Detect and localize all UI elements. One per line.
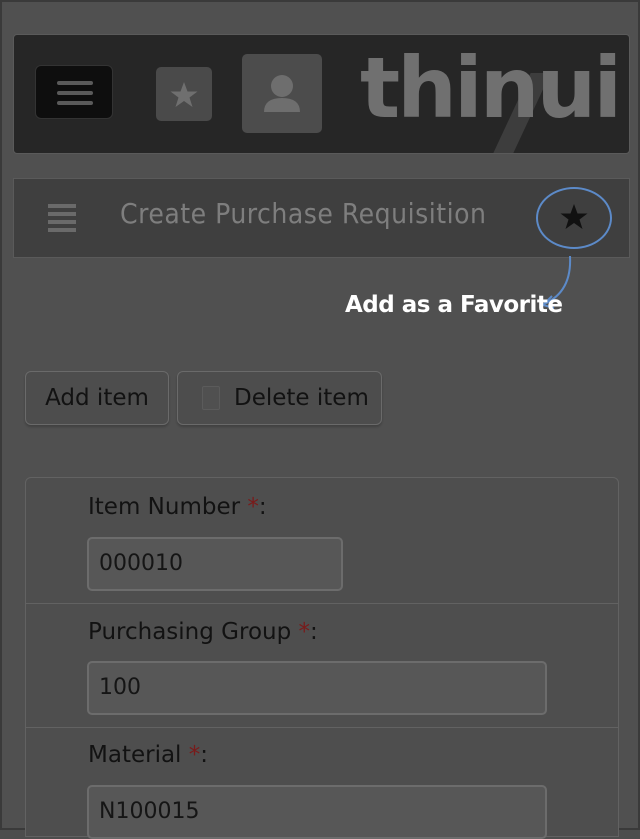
purchasing-group-input[interactable]: 100 — [87, 661, 547, 715]
user-icon — [264, 75, 300, 112]
main-menu-button[interactable] — [35, 65, 113, 119]
menu-icon-bar — [57, 91, 93, 95]
annotation-text: Add as a Favorite — [345, 292, 563, 318]
form-row-item-number: Item Number *: 000010 — [25, 477, 619, 607]
page-header: Create Purchase Requisition — [13, 178, 630, 258]
form-row-purchasing-group: Purchasing Group *: 100 — [25, 603, 619, 731]
menu-icon[interactable] — [48, 202, 76, 232]
trash-icon — [202, 386, 220, 410]
app-frame: thinui Create Purchase Requisition Add a… — [0, 0, 640, 839]
add-item-button[interactable]: Add item — [25, 371, 169, 425]
item-number-input[interactable]: 000010 — [87, 537, 343, 591]
form-row-material: Material *: N100015 — [25, 727, 619, 839]
star-icon — [170, 82, 198, 107]
add-favorite-button[interactable] — [536, 187, 612, 249]
star-icon — [560, 204, 588, 229]
logo: thinui — [360, 39, 622, 137]
field-label: Purchasing Group *: — [88, 619, 318, 645]
delete-item-button[interactable]: Delete item — [177, 371, 382, 425]
delete-item-label: Delete item — [234, 385, 369, 411]
top-bar: thinui — [13, 34, 630, 154]
favorites-button[interactable] — [156, 67, 212, 121]
field-label: Item Number *: — [88, 494, 267, 520]
user-button[interactable] — [242, 54, 322, 133]
menu-icon-bar — [57, 81, 93, 85]
page-title: Create Purchase Requisition — [120, 197, 487, 230]
material-input[interactable]: N100015 — [87, 785, 547, 839]
field-label: Material *: — [88, 742, 208, 768]
menu-icon-bar — [57, 101, 93, 105]
